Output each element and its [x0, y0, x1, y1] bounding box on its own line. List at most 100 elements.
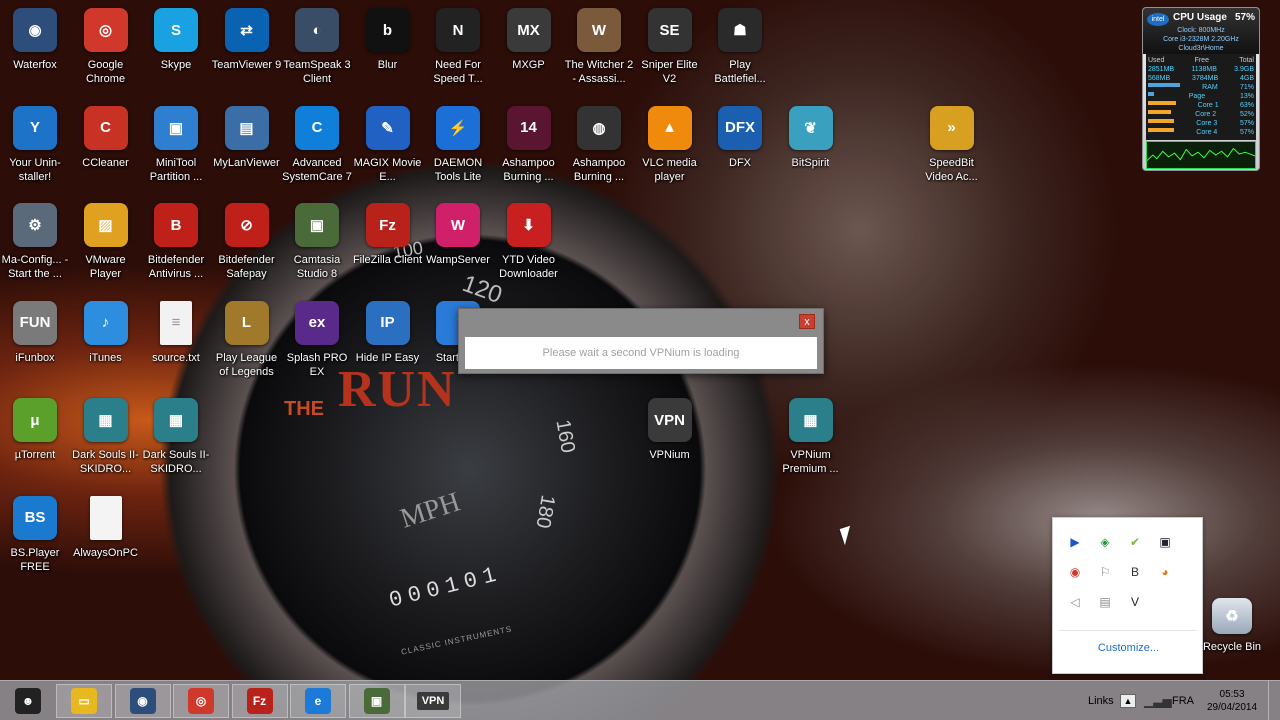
desktop-icon[interactable]: ◐ TeamSpeak 3 Client — [282, 8, 352, 86]
desktop-icon[interactable]: BS BS.Player FREE — [0, 495, 70, 574]
desktop-icon-label: TeamSpeak 3 Client — [283, 59, 351, 85]
desktop-icon[interactable]: ▲ VLC media player — [635, 105, 705, 184]
speaker-icon[interactable]: ◁ — [1067, 594, 1083, 610]
desktop-icon[interactable]: ⚡ DAEMON Tools Lite — [423, 105, 493, 184]
desktop-icon[interactable]: B Bitdefender Antivirus ... — [141, 203, 211, 281]
desktop-icon[interactable]: ⊘ Bitdefender Safepay — [212, 203, 282, 281]
desktop-icon[interactable]: SE Sniper Elite V2 — [635, 8, 705, 86]
desktop-icon[interactable]: AlwaysOnPC — [71, 495, 141, 560]
links-toolbar[interactable]: Links — [1088, 681, 1114, 720]
desktop-icon-label: MiniTool Partition ... — [149, 156, 203, 183]
desktop-icon[interactable]: ♪ iTunes — [71, 300, 141, 365]
desktop-icon[interactable]: ex Splash PRO EX — [282, 300, 352, 379]
usage-row: Core 3 57% — [1148, 119, 1254, 128]
desktop-icon[interactable]: VPN VPNium — [635, 398, 705, 462]
desktop-icon[interactable]: MX MXGP — [494, 8, 564, 72]
taskbar: ☻ ▭ ◉ ◎ Fz e ▣ VPN Links ▲ ▁▃▅ FRA 05:53 29/04… — [0, 680, 1280, 720]
usage-label: RAM — [1202, 84, 1218, 91]
taskbar-app-button[interactable]: e — [290, 684, 346, 718]
bsplayer-icon: BS — [13, 495, 57, 540]
desktop-icon[interactable]: ⇄ TeamViewer 9 — [212, 8, 282, 72]
desktop-icon[interactable]: ⬇ YTD Video Downloader — [494, 203, 564, 281]
desktop-icon[interactable]: ▨ VMware Player — [71, 203, 141, 281]
speedbit-icon[interactable]: ◕ — [1157, 564, 1173, 580]
desktop-icon[interactable]: » SpeedBit Video Ac... — [917, 105, 987, 184]
play-arrow-icon[interactable]: ▶ — [1067, 534, 1083, 550]
desktop-icon[interactable]: Y Your Unin-staller! — [0, 105, 70, 184]
network-icon[interactable]: ◈ — [1097, 534, 1113, 550]
check-icon[interactable]: ✔ — [1127, 534, 1143, 550]
desktop-icon[interactable]: μ µTorrent — [0, 398, 70, 462]
desktop-icon-label: WampServer — [426, 254, 490, 266]
taskbar-app-button[interactable]: ◉ — [114, 684, 171, 718]
desktop-icon[interactable]: ▣ MiniTool Partition ... — [141, 105, 211, 184]
desktop-icon[interactable]: 14 Ashampoo Burning ... — [494, 105, 564, 184]
desktop-icon[interactable]: ◉ Waterfox — [0, 8, 70, 72]
vpn-label: VPN — [416, 692, 450, 710]
desktop-icon[interactable]: L Play League of Legends — [212, 300, 282, 379]
desktop-icon[interactable]: ☗ Play Battlefiel... — [705, 8, 775, 86]
desktop-icon-label: Advanced SystemCare 7 — [282, 156, 352, 183]
show-desktop-button[interactable] — [1268, 681, 1280, 720]
gadget-title: CPU Usage — [1173, 12, 1227, 23]
recycle-bin[interactable]: ♻ Recycle Bin — [1200, 598, 1264, 654]
start-mask-icon: ☻ — [15, 688, 41, 714]
desktop-icon-label: Play League of Legends — [215, 351, 278, 378]
desktop-icon[interactable]: ▣ Camtasia Studio 8 — [282, 203, 352, 281]
taskbar-app-button[interactable]: Fz — [231, 684, 288, 718]
desktop-icon[interactable]: ▤ MyLanViewer — [212, 105, 282, 170]
taskbar-app-button[interactable]: ◎ — [173, 684, 229, 718]
taskbar-vpnium[interactable]: VPN — [405, 684, 461, 718]
v-icon[interactable]: V — [1127, 594, 1143, 610]
desktop-icon[interactable]: ⚙ Ma-Config... - Start the ... — [0, 203, 70, 281]
desktop-icon[interactable]: FUN iFunbox — [0, 300, 70, 365]
desktop-icon[interactable]: b Blur — [353, 8, 423, 72]
chrome-icon: ◎ — [188, 688, 214, 714]
bitdefender-icon[interactable]: B — [1127, 564, 1143, 580]
desktop-icon[interactable]: ◎ Google Chrome — [71, 8, 141, 86]
desktop-icon[interactable]: IP Hide IP Easy — [353, 300, 423, 365]
chrome-icon: ◎ — [83, 8, 128, 52]
desktop-icon[interactable]: ▦ Dark Souls II-SKIDRO... — [71, 398, 141, 476]
language-indicator[interactable]: FRA — [1172, 681, 1194, 720]
archive-icon[interactable]: ▤ — [1097, 594, 1113, 610]
col-total: Total — [1239, 57, 1254, 64]
desktop-icon-label: TeamViewer 9 — [211, 59, 282, 71]
page-used: 568MB — [1148, 75, 1171, 82]
desktop-icon[interactable]: ◍ Ashampoo Burning ... — [564, 105, 634, 184]
taskbar-app-button[interactable]: ▣ — [348, 684, 405, 718]
usage-label: Core 2 — [1195, 111, 1217, 118]
show-hidden-icons-button[interactable]: ▲ — [1120, 681, 1136, 720]
desktop-icon[interactable]: ✎ MAGIX Movie E... — [353, 105, 423, 184]
close-icon[interactable]: x — [799, 314, 815, 329]
desktop-icon[interactable]: ▦ VPNium Premium ... — [776, 398, 846, 476]
desktop-icon[interactable]: W WampServer — [423, 203, 493, 267]
desktop-icon[interactable]: Fz FileZilla Client — [353, 203, 423, 267]
taskbar-app-button[interactable]: ▭ — [56, 684, 112, 718]
desktop-icon[interactable]: ≡ source.txt — [141, 300, 211, 365]
customize-link[interactable]: Customize... — [1053, 642, 1204, 654]
desktop-icon[interactable]: ❦ BitSpirit — [776, 105, 846, 170]
dfx-icon: DFX — [718, 105, 762, 150]
flag-icon[interactable]: ⚐ — [1097, 564, 1113, 580]
signal-icon[interactable]: ▁▃▅ — [1144, 681, 1172, 720]
monitor-icon[interactable]: ▣ — [1157, 534, 1173, 550]
desktop-icon[interactable]: S Skype — [141, 8, 211, 72]
ram-used: 2851MB — [1148, 66, 1175, 73]
desktop-icon[interactable]: W The Witcher 2 - Assassi... — [564, 8, 634, 86]
filezilla-icon: Fz — [365, 203, 410, 247]
desktop-icon[interactable]: C CCleaner — [71, 105, 141, 170]
uninstaller-icon: Y — [13, 105, 57, 150]
desktop-icon[interactable]: N Need For Speed T... — [423, 8, 493, 86]
usage-row: Core 1 63% — [1148, 101, 1254, 110]
desktop-icon[interactable]: DFX DFX — [705, 105, 775, 170]
cpu-history-graph — [1146, 141, 1256, 169]
clock[interactable]: 05:53 29/04/2014 — [1207, 681, 1257, 720]
desktop-icon[interactable]: C Advanced SystemCare 7 — [282, 105, 352, 184]
cpu-usage-gadget[interactable]: intel CPU Usage 57% Clock: 800MHz Core i… — [1142, 7, 1260, 171]
skype-icon: S — [154, 8, 198, 52]
desktop-icon[interactable]: ▦ Dark Souls II-SKIDRO... — [141, 398, 211, 476]
cpu-clock: Clock: 800MHz — [1177, 27, 1225, 34]
taskbar-app-button[interactable]: ☻ — [0, 684, 56, 718]
chrome-icon[interactable]: ◉ — [1067, 564, 1083, 580]
